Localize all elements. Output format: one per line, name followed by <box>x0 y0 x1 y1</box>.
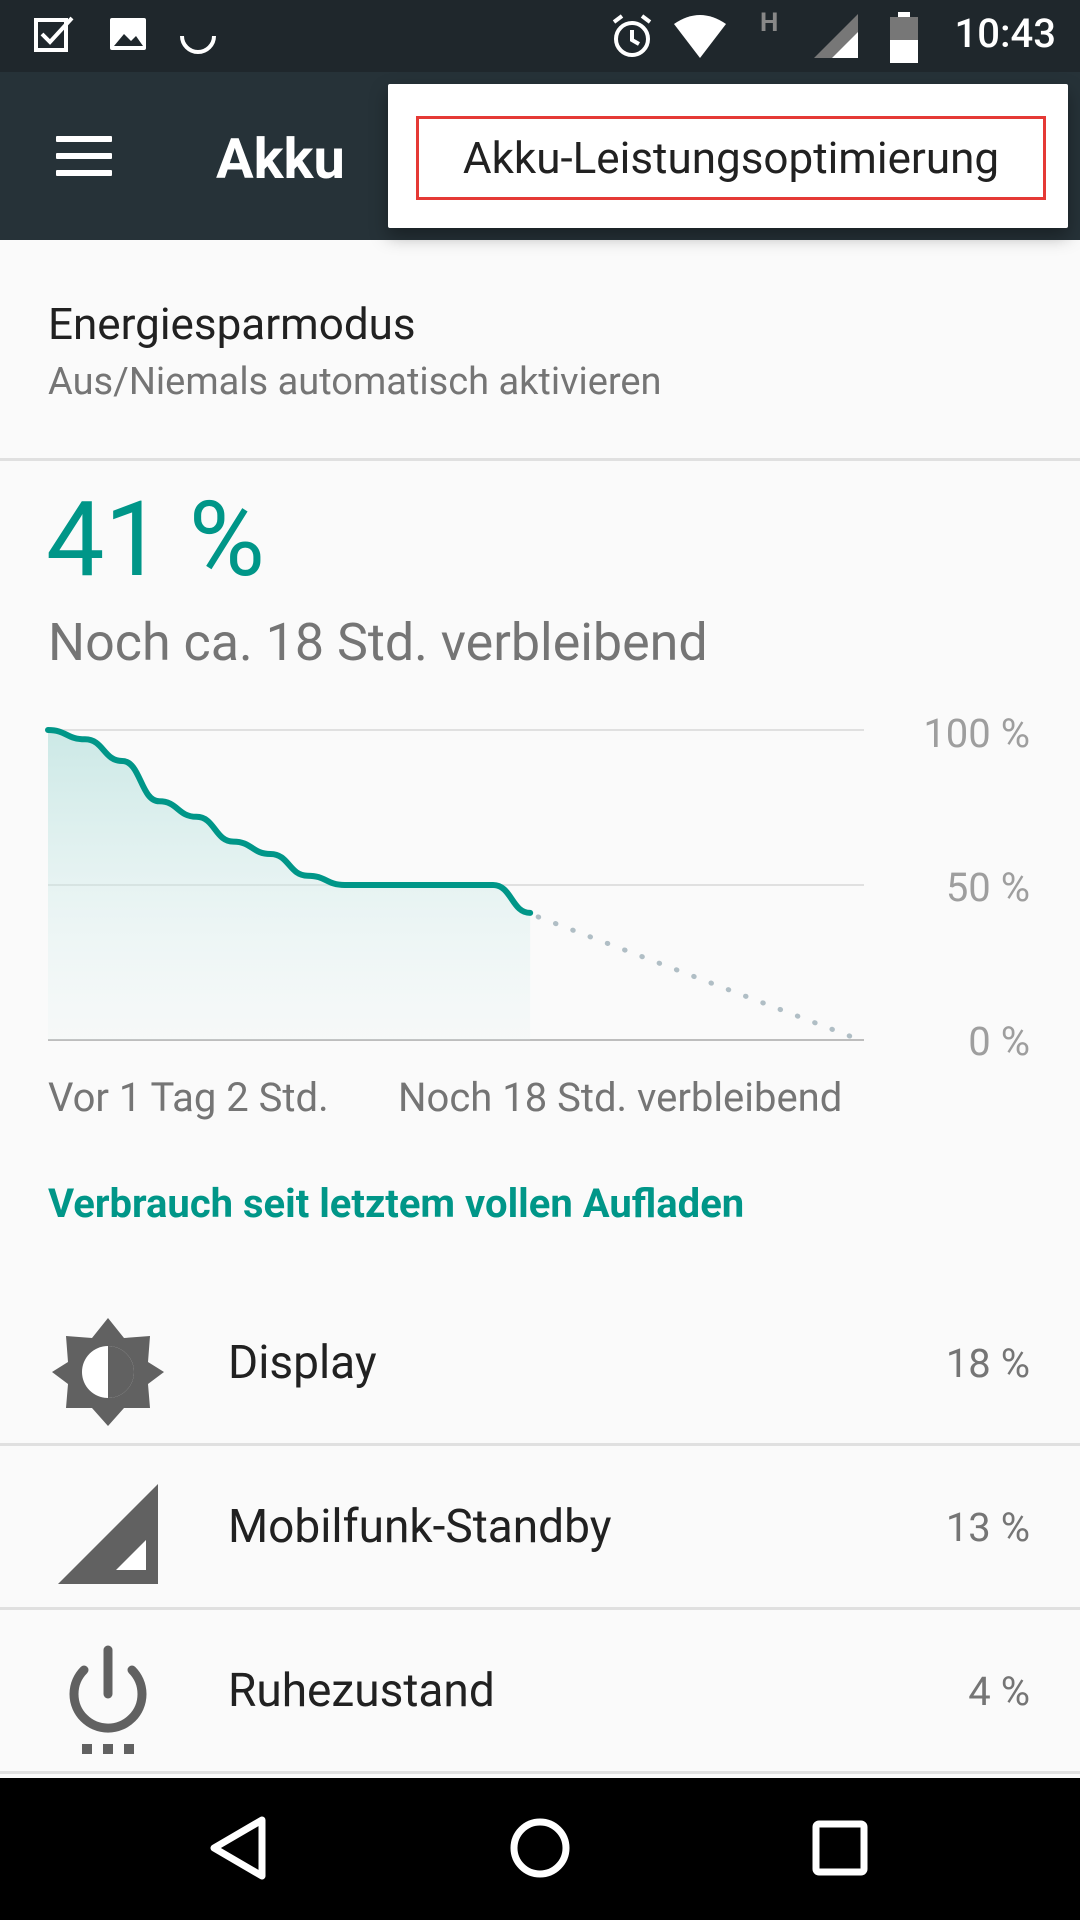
recents-icon[interactable] <box>800 1808 880 1888</box>
battery-percent: 41 % <box>46 480 265 601</box>
wifi-icon <box>674 15 726 58</box>
usage-label: Display <box>228 1336 377 1390</box>
usage-label: Mobilfunk-Standby <box>228 1500 612 1554</box>
back-icon[interactable] <box>200 1808 280 1888</box>
signal-icon <box>814 14 858 58</box>
battery-icon <box>890 12 918 63</box>
y-tick-label: 0 % <box>968 1018 1030 1065</box>
page-title: Akku <box>216 126 345 192</box>
usage-row-idle[interactable]: Ruhezustand 4 % <box>0 1610 1080 1770</box>
navigation-bar <box>0 1778 1080 1920</box>
home-icon[interactable] <box>500 1808 580 1888</box>
usage-row-cell-standby[interactable]: Mobilfunk-Standby 13 % <box>0 1446 1080 1606</box>
usage-value: 18 % <box>945 1340 1030 1387</box>
usage-value: 4 % <box>968 1668 1030 1715</box>
x-end-label: Noch 18 Std. verbleibend <box>398 1074 843 1121</box>
usage-row-display[interactable]: Display 18 % <box>0 1282 1080 1442</box>
status-bar: H 10:43 <box>0 0 1080 72</box>
divider <box>0 458 1080 461</box>
spinner-icon <box>180 35 216 54</box>
menu-item-battery-optimization[interactable]: Akku-Leistungsoptimierung <box>416 116 1046 200</box>
usage-label: Ruhezustand <box>228 1664 495 1718</box>
brightness-icon <box>52 1318 164 1426</box>
divider <box>0 1771 1080 1774</box>
battery-remaining: Noch ca. 18 Std. verbleibend <box>48 612 708 673</box>
network-type-label: H <box>760 8 779 38</box>
x-start-label: Vor 1 Tag 2 Std. <box>48 1074 329 1121</box>
overflow-menu: Akku-Leistungsoptimierung <box>388 84 1068 228</box>
cell-signal-icon <box>58 1484 158 1584</box>
image-icon <box>110 18 146 50</box>
idle-power-icon <box>69 1645 147 1754</box>
battery-saver-row[interactable]: Energiesparmodus Aus/Niemals automatisch… <box>0 240 1080 460</box>
usage-section-header: Verbrauch seit letztem vollen Aufladen <box>48 1180 745 1227</box>
status-time: 10:43 <box>954 10 1056 57</box>
y-tick-label: 100 % <box>923 710 1030 757</box>
y-tick-label: 50 % <box>945 864 1030 911</box>
task-done-icon <box>34 16 74 52</box>
battery-saver-title: Energiesparmodus <box>48 298 416 350</box>
battery-saver-subtitle: Aus/Niemals automatisch aktivieren <box>48 360 662 404</box>
chart-projection-line <box>535 914 863 1043</box>
alarm-icon <box>612 14 652 57</box>
usage-value: 13 % <box>945 1504 1030 1551</box>
hamburger-menu-icon[interactable] <box>56 136 112 176</box>
battery-history-chart[interactable]: 100 % 50 % 0 % Vor 1 Tag 2 Std. Noch 18 … <box>0 700 1080 1121</box>
